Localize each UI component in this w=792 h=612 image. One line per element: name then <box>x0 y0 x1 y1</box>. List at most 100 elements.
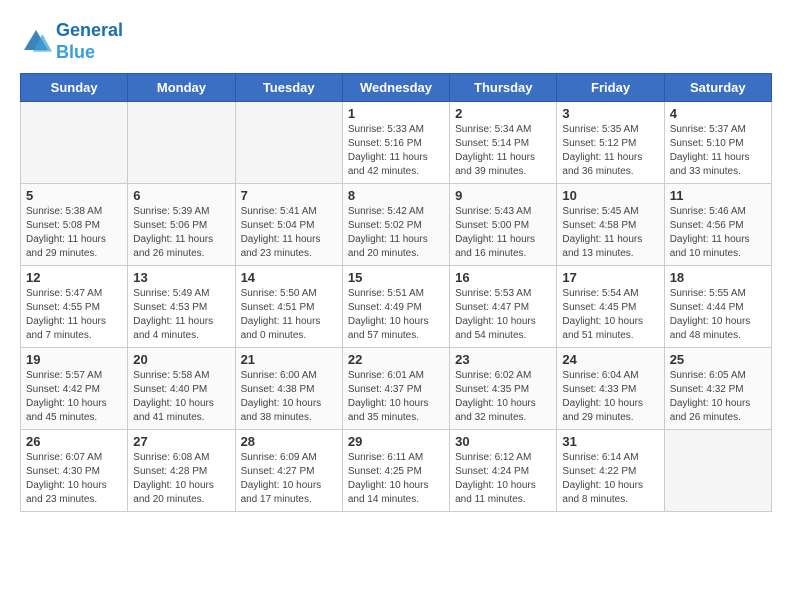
calendar: SundayMondayTuesdayWednesdayThursdayFrid… <box>20 73 772 512</box>
day-info: Sunrise: 5:33 AM Sunset: 5:16 PM Dayligh… <box>348 123 444 179</box>
day-info: Sunrise: 5:42 AM Sunset: 5:02 PM Dayligh… <box>348 205 444 261</box>
day-info: Sunrise: 5:54 AM Sunset: 4:45 PM Dayligh… <box>562 287 658 343</box>
day-number: 12 <box>26 270 122 285</box>
week-row-4: 19 Sunrise: 5:57 AM Sunset: 4:42 PM Dayli… <box>21 348 772 430</box>
day-info: Sunrise: 5:37 AM Sunset: 5:10 PM Dayligh… <box>670 123 766 179</box>
weekday-header-wednesday: Wednesday <box>342 74 449 102</box>
calendar-cell: 9Sunrise: 5:43 AM Sunset: 5:00 PM Daylig… <box>450 184 557 266</box>
calendar-cell: 11Sunrise: 5:46 AM Sunset: 4:56 PM Dayli… <box>664 184 771 266</box>
day-info: Sunrise: 5:41 AM Sunset: 5:04 PM Dayligh… <box>241 205 337 261</box>
calendar-cell: 10 Sunrise: 5:45 AM Sunset: 4:58 PM Dayli… <box>557 184 664 266</box>
day-number: 26 <box>26 434 122 449</box>
calendar-cell: 1 Sunrise: 5:33 AM Sunset: 5:16 PM Daylig… <box>342 102 449 184</box>
day-info: Sunrise: 6:14 AM Sunset: 4:22 PM Dayligh… <box>562 451 658 507</box>
day-number: 1 <box>348 106 444 121</box>
day-number: 2 <box>455 106 551 121</box>
day-info: Sunrise: 6:12 AM Sunset: 4:24 PM Dayligh… <box>455 451 551 507</box>
weekday-header-sunday: Sunday <box>21 74 128 102</box>
weekday-header-saturday: Saturday <box>664 74 771 102</box>
weekday-header-monday: Monday <box>128 74 235 102</box>
day-number: 18 <box>670 270 766 285</box>
day-info: Sunrise: 5:35 AM Sunset: 5:12 PM Dayligh… <box>562 123 658 179</box>
day-info: Sunrise: 6:08 AM Sunset: 4:28 PM Dayligh… <box>133 451 229 507</box>
day-info: Sunrise: 6:05 AM Sunset: 4:32 PM Dayligh… <box>670 369 766 425</box>
calendar-cell: 12 Sunrise: 5:47 AM Sunset: 4:55 PM Dayli… <box>21 266 128 348</box>
day-number: 17 <box>562 270 658 285</box>
day-number: 6 <box>133 188 229 203</box>
day-number: 4 <box>670 106 766 121</box>
calendar-cell: 22Sunrise: 6:01 AM Sunset: 4:37 PM Dayli… <box>342 348 449 430</box>
day-number: 7 <box>241 188 337 203</box>
calendar-cell: 25 Sunrise: 6:05 AM Sunset: 4:32 PM Dayli… <box>664 348 771 430</box>
day-number: 15 <box>348 270 444 285</box>
calendar-cell: 28Sunrise: 6:09 AM Sunset: 4:27 PM Dayli… <box>235 430 342 512</box>
calendar-cell: 27 Sunrise: 6:08 AM Sunset: 4:28 PM Dayli… <box>128 430 235 512</box>
calendar-cell <box>235 102 342 184</box>
calendar-cell: 19 Sunrise: 5:57 AM Sunset: 4:42 PM Dayli… <box>21 348 128 430</box>
day-info: Sunrise: 5:45 AM Sunset: 4:58 PM Dayligh… <box>562 205 658 261</box>
weekday-header-friday: Friday <box>557 74 664 102</box>
day-info: Sunrise: 5:55 AM Sunset: 4:44 PM Dayligh… <box>670 287 766 343</box>
day-info: Sunrise: 5:57 AM Sunset: 4:42 PM Dayligh… <box>26 369 122 425</box>
day-number: 11 <box>670 188 766 203</box>
day-info: Sunrise: 6:00 AM Sunset: 4:38 PM Dayligh… <box>241 369 337 425</box>
day-info: Sunrise: 5:58 AM Sunset: 4:40 PM Dayligh… <box>133 369 229 425</box>
calendar-cell: 6Sunrise: 5:39 AM Sunset: 5:06 PM Daylig… <box>128 184 235 266</box>
calendar-cell: 31 Sunrise: 6:14 AM Sunset: 4:22 PM Dayli… <box>557 430 664 512</box>
calendar-cell: 26 Sunrise: 6:07 AM Sunset: 4:30 PM Dayli… <box>21 430 128 512</box>
calendar-cell: 29Sunrise: 6:11 AM Sunset: 4:25 PM Dayli… <box>342 430 449 512</box>
calendar-cell: 24 Sunrise: 6:04 AM Sunset: 4:33 PM Dayli… <box>557 348 664 430</box>
day-number: 19 <box>26 352 122 367</box>
calendar-cell: 2Sunrise: 5:34 AM Sunset: 5:14 PM Daylig… <box>450 102 557 184</box>
calendar-cell: 21 Sunrise: 6:00 AM Sunset: 4:38 PM Dayli… <box>235 348 342 430</box>
day-number: 20 <box>133 352 229 367</box>
day-info: Sunrise: 5:38 AM Sunset: 5:08 PM Dayligh… <box>26 205 122 261</box>
day-info: Sunrise: 6:07 AM Sunset: 4:30 PM Dayligh… <box>26 451 122 507</box>
weekday-header-thursday: Thursday <box>450 74 557 102</box>
day-number: 31 <box>562 434 658 449</box>
day-number: 3 <box>562 106 658 121</box>
day-info: Sunrise: 6:01 AM Sunset: 4:37 PM Dayligh… <box>348 369 444 425</box>
day-info: Sunrise: 6:11 AM Sunset: 4:25 PM Dayligh… <box>348 451 444 507</box>
day-number: 16 <box>455 270 551 285</box>
day-number: 10 <box>562 188 658 203</box>
calendar-cell: 14 Sunrise: 5:50 AM Sunset: 4:51 PM Dayli… <box>235 266 342 348</box>
calendar-cell: 8Sunrise: 5:42 AM Sunset: 5:02 PM Daylig… <box>342 184 449 266</box>
day-number: 23 <box>455 352 551 367</box>
calendar-cell: 15 Sunrise: 5:51 AM Sunset: 4:49 PM Dayli… <box>342 266 449 348</box>
day-info: Sunrise: 5:49 AM Sunset: 4:53 PM Dayligh… <box>133 287 229 343</box>
day-info: Sunrise: 6:04 AM Sunset: 4:33 PM Dayligh… <box>562 369 658 425</box>
day-info: Sunrise: 5:50 AM Sunset: 4:51 PM Dayligh… <box>241 287 337 343</box>
logo-icon <box>20 26 52 58</box>
day-number: 13 <box>133 270 229 285</box>
weekday-header-row: SundayMondayTuesdayWednesdayThursdayFrid… <box>21 74 772 102</box>
calendar-cell <box>128 102 235 184</box>
day-info: Sunrise: 5:43 AM Sunset: 5:00 PM Dayligh… <box>455 205 551 261</box>
calendar-cell: 17 Sunrise: 5:54 AM Sunset: 4:45 PM Dayli… <box>557 266 664 348</box>
day-number: 14 <box>241 270 337 285</box>
calendar-cell <box>21 102 128 184</box>
calendar-cell: 16 Sunrise: 5:53 AM Sunset: 4:47 PM Dayli… <box>450 266 557 348</box>
day-info: Sunrise: 6:02 AM Sunset: 4:35 PM Dayligh… <box>455 369 551 425</box>
page-header: General Blue <box>20 20 772 63</box>
day-number: 28 <box>241 434 337 449</box>
day-number: 27 <box>133 434 229 449</box>
calendar-cell: 3 Sunrise: 5:35 AM Sunset: 5:12 PM Daylig… <box>557 102 664 184</box>
week-row-3: 12 Sunrise: 5:47 AM Sunset: 4:55 PM Dayli… <box>21 266 772 348</box>
day-number: 24 <box>562 352 658 367</box>
day-number: 30 <box>455 434 551 449</box>
day-info: Sunrise: 5:47 AM Sunset: 4:55 PM Dayligh… <box>26 287 122 343</box>
day-info: Sunrise: 5:51 AM Sunset: 4:49 PM Dayligh… <box>348 287 444 343</box>
day-number: 25 <box>670 352 766 367</box>
day-info: Sunrise: 5:53 AM Sunset: 4:47 PM Dayligh… <box>455 287 551 343</box>
calendar-cell: 13 Sunrise: 5:49 AM Sunset: 4:53 PM Dayli… <box>128 266 235 348</box>
calendar-cell: 5Sunrise: 5:38 AM Sunset: 5:08 PM Daylig… <box>21 184 128 266</box>
calendar-cell: 30 Sunrise: 6:12 AM Sunset: 4:24 PM Dayli… <box>450 430 557 512</box>
week-row-2: 5Sunrise: 5:38 AM Sunset: 5:08 PM Daylig… <box>21 184 772 266</box>
logo: General Blue <box>20 20 123 63</box>
calendar-cell: 18 Sunrise: 5:55 AM Sunset: 4:44 PM Dayli… <box>664 266 771 348</box>
day-number: 21 <box>241 352 337 367</box>
calendar-cell: 4 Sunrise: 5:37 AM Sunset: 5:10 PM Daylig… <box>664 102 771 184</box>
week-row-1: 1 Sunrise: 5:33 AM Sunset: 5:16 PM Daylig… <box>21 102 772 184</box>
calendar-cell: 7 Sunrise: 5:41 AM Sunset: 5:04 PM Daylig… <box>235 184 342 266</box>
